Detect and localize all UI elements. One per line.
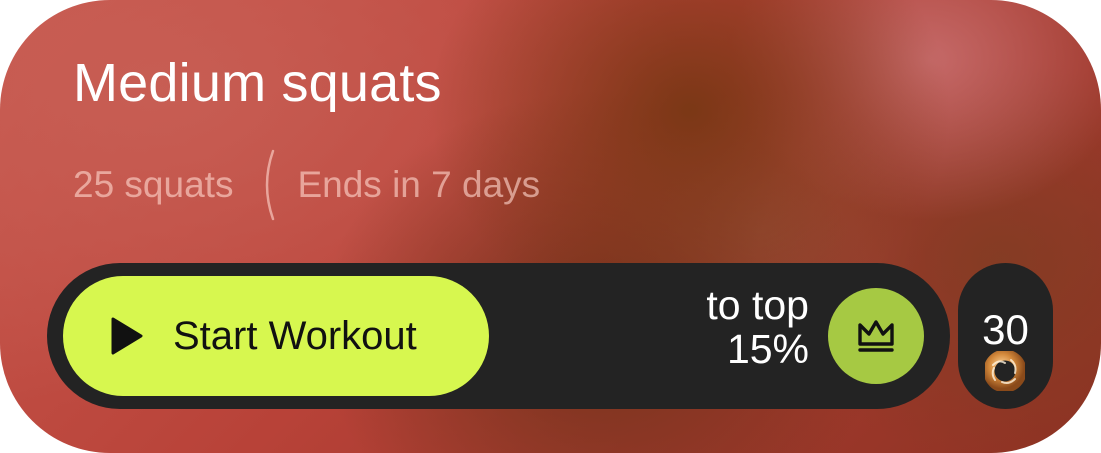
challenge-deadline: Ends in 7 days <box>297 164 541 205</box>
challenge-card[interactable]: Medium squats 25 squats Ends in 7 days S… <box>0 0 1101 453</box>
start-workout-button[interactable]: Start Workout <box>63 276 489 396</box>
divider-icon <box>266 149 275 221</box>
play-icon <box>110 316 144 356</box>
crown-icon <box>858 320 894 352</box>
donut-coin-icon <box>985 351 1025 391</box>
rank-caption: to top <box>706 282 809 328</box>
rewards-count: 30 <box>982 306 1029 353</box>
rank-status: to top 15% <box>706 283 809 371</box>
start-workout-label: Start Workout <box>173 313 417 358</box>
rank-percentile: 15% <box>726 326 809 372</box>
challenge-title: Medium squats <box>73 53 442 113</box>
leaderboard-button[interactable] <box>828 288 924 384</box>
challenge-meta: 25 squats Ends in 7 days <box>73 149 541 221</box>
challenge-goal: 25 squats <box>73 164 234 205</box>
